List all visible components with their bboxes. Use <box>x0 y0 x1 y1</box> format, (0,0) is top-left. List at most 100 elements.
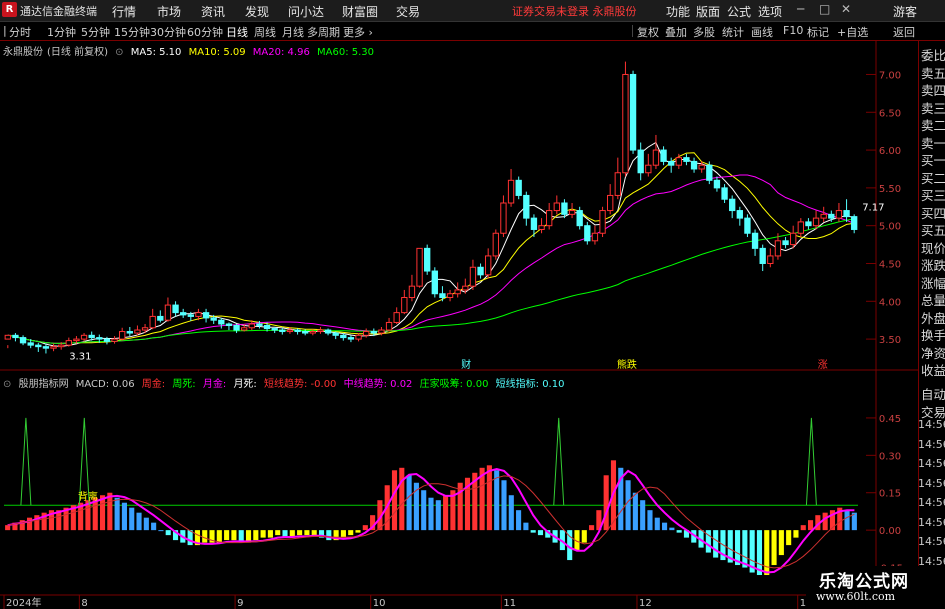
macd-tick-label: 0.00 <box>879 526 901 537</box>
macd-bar <box>107 492 113 531</box>
candle-body <box>103 338 111 342</box>
macd-bar <box>202 530 208 543</box>
candle-body <box>27 342 34 346</box>
candle-body <box>599 210 606 234</box>
candle-body <box>782 240 789 246</box>
macd-bar <box>326 530 332 541</box>
side-label-8[interactable]: 买三 <box>921 185 945 204</box>
candle-body <box>286 329 294 333</box>
macd-bar <box>158 530 164 532</box>
date-label: 9 <box>237 598 243 609</box>
side-label-1[interactable]: 卖五 <box>921 63 945 82</box>
side-label-10[interactable]: 买五 <box>921 220 945 239</box>
macd-bar <box>523 522 529 531</box>
chart-canvas[interactable]: 3.504.004.505.005.506.006.507.00 背离 -0.1… <box>0 0 945 609</box>
candle-body <box>660 149 667 162</box>
macd-bar <box>771 530 777 566</box>
candle-body <box>439 293 446 299</box>
candle-body <box>50 346 57 349</box>
side-label-12[interactable]: 涨跌 <box>921 255 945 274</box>
side-label-4[interactable]: 卖二 <box>921 115 945 134</box>
candle-body <box>256 323 263 326</box>
candle-body <box>401 297 408 314</box>
macd-bar <box>530 530 536 533</box>
candle-body <box>416 247 423 287</box>
price-annotation: 3.31 <box>69 352 91 363</box>
side-label-0[interactable]: 委比 <box>921 45 945 64</box>
candle-body <box>363 331 370 336</box>
candle-body <box>591 232 599 242</box>
date-label: 11 <box>503 598 516 609</box>
candle-body <box>12 334 19 339</box>
macd-bar <box>362 525 368 531</box>
candle-body <box>820 213 827 219</box>
macd-bar <box>311 530 317 536</box>
side-label-11[interactable]: 现价 <box>921 238 945 257</box>
macd-bar <box>808 520 814 531</box>
trade-time-label: 14:56 <box>918 476 945 490</box>
candle-body <box>629 73 637 151</box>
candle-body <box>210 317 217 321</box>
macd-bar <box>391 470 398 531</box>
candle-body <box>729 198 736 212</box>
side-label-7[interactable]: 买二 <box>921 168 945 187</box>
candle-body <box>279 329 286 333</box>
candle-body <box>546 210 553 227</box>
side-label-13[interactable]: 涨幅 <box>921 273 945 292</box>
macd-bar <box>114 497 120 531</box>
trade-time-label: 14:56 <box>918 496 945 509</box>
macd-tick-label: 0.30 <box>879 451 901 462</box>
side-label-5[interactable]: 卖一 <box>921 133 945 152</box>
candle-body <box>355 334 362 340</box>
candle-body <box>538 225 545 230</box>
candle-body <box>340 334 347 339</box>
candle-body <box>622 73 629 174</box>
candle-body <box>668 160 675 166</box>
candle-body <box>248 323 255 329</box>
date-axis: 2024年 8 9 10 11 12 1 <box>3 595 806 609</box>
macd-bar <box>800 525 806 531</box>
side-label-15[interactable]: 外盘 <box>921 308 945 327</box>
macd-bar <box>581 530 587 543</box>
macd-bar <box>501 480 507 531</box>
macd-bar <box>151 522 157 531</box>
candle-body <box>675 157 682 166</box>
candle-body <box>180 312 187 316</box>
candle-body <box>805 221 812 227</box>
macd-bar <box>486 465 492 531</box>
macd-bar <box>844 510 850 531</box>
macd-bar <box>5 525 11 531</box>
candle-body <box>119 331 126 340</box>
side-label-14[interactable]: 总量 <box>921 290 945 309</box>
macd-bar <box>136 512 142 531</box>
candle-body <box>530 217 538 230</box>
side-label-3[interactable]: 卖三 <box>921 98 945 117</box>
macd-bar <box>26 517 33 531</box>
side-label-6[interactable]: 买一 <box>921 150 945 169</box>
candle-body <box>65 340 72 346</box>
trade-time-label: 14:56 <box>918 457 945 470</box>
side-lower-label-0[interactable]: 自动 <box>921 384 945 403</box>
side-label-2[interactable]: 卖四 <box>921 80 945 99</box>
candle-body <box>157 315 164 321</box>
candle-body <box>408 285 416 299</box>
macd-bar <box>742 530 748 568</box>
macd-bar <box>669 527 675 531</box>
candle-body <box>111 338 118 342</box>
candle-body <box>324 329 332 334</box>
macd-bar <box>304 530 310 536</box>
candle-body <box>202 312 210 319</box>
candle-body <box>88 334 95 339</box>
watermark-url: www.60lt.com <box>816 590 896 603</box>
macd-bars: 背离 <box>4 417 858 576</box>
side-label-16[interactable]: 换手 <box>921 325 945 344</box>
event-marker: 涨 <box>818 359 828 371</box>
side-label-18[interactable]: 收益 <box>921 360 945 379</box>
macd-axis: -0.150.000.150.300.45 <box>866 414 903 575</box>
ma5-line <box>7 141 855 347</box>
side-label-9[interactable]: 买四 <box>921 203 945 222</box>
side-label-17[interactable]: 净资 <box>921 343 945 362</box>
candle-body <box>233 324 240 331</box>
price-tick-label: 6.00 <box>879 146 901 157</box>
macd-bar <box>764 530 770 576</box>
